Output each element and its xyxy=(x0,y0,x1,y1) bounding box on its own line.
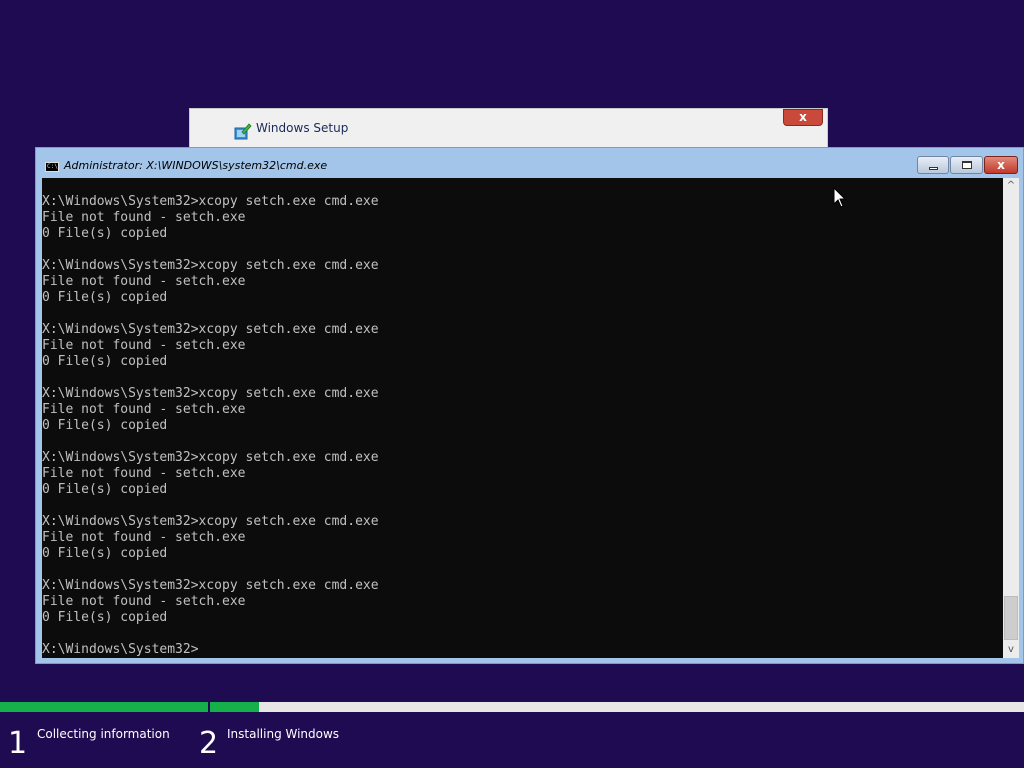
cmd-window: C:\ Administrator: X:\WINDOWS\system32\c… xyxy=(35,147,1024,664)
close-icon: x xyxy=(799,110,807,124)
chevron-down-icon: v xyxy=(1008,644,1014,655)
cmd-titlebar[interactable]: C:\ Administrator: X:\WINDOWS\system32\c… xyxy=(36,148,1023,178)
mouse-pointer-icon xyxy=(833,187,847,208)
maximize-button[interactable] xyxy=(950,156,983,174)
scroll-up-button[interactable]: ^ xyxy=(1003,178,1019,194)
minimize-button[interactable] xyxy=(917,156,949,174)
cmd-icon: C:\ xyxy=(45,162,59,172)
setup-icon xyxy=(234,123,252,140)
chevron-up-icon: ^ xyxy=(1006,180,1016,191)
minimize-icon xyxy=(929,167,938,170)
console-text: X:\Windows\System32>xcopy setch.exe cmd.… xyxy=(42,194,379,657)
setup-window-title: Windows Setup xyxy=(256,121,349,135)
console-output[interactable]: X:\Windows\System32>xcopy setch.exe cmd.… xyxy=(42,178,1003,658)
close-icon: x xyxy=(997,158,1005,172)
scrollbar-thumb[interactable] xyxy=(1004,596,1018,640)
vertical-scrollbar[interactable]: ^ v xyxy=(1003,178,1019,658)
maximize-icon xyxy=(962,161,972,169)
cmd-window-title: Administrator: X:\WINDOWS\system32\cmd.e… xyxy=(64,159,328,172)
scroll-down-button[interactable]: v xyxy=(1003,642,1019,658)
progress-step2-fill xyxy=(210,702,259,712)
step-label-collecting-information: Collecting information xyxy=(37,727,170,741)
step-label-installing-windows: Installing Windows xyxy=(227,727,340,741)
step-number: 1 xyxy=(8,726,28,761)
close-button[interactable]: x xyxy=(984,156,1018,174)
setup-close-button[interactable]: x xyxy=(783,109,823,126)
windows-setup-window: Windows Setup x xyxy=(189,108,828,148)
step-number: 2 xyxy=(199,726,219,761)
progress-step1-fill xyxy=(0,702,208,712)
